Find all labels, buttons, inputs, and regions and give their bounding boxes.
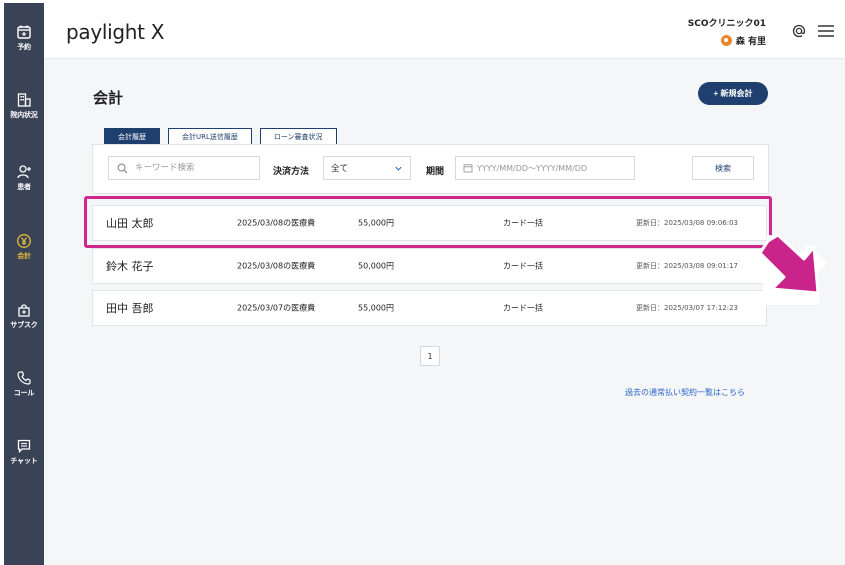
app-logo: paylight X	[66, 20, 165, 44]
sidebar-item-label: コール	[13, 389, 35, 397]
billing-date: 2025/03/07の医療費	[237, 303, 316, 313]
page-title: 会計	[93, 89, 124, 107]
pointing-arrow-icon	[758, 233, 826, 305]
phone-icon	[17, 371, 31, 385]
search-icon	[117, 163, 128, 173]
billing-date: 2025/03/08の医療費	[237, 218, 316, 228]
patient-name: 鈴木 花子	[106, 260, 154, 273]
chat-icon	[17, 439, 31, 454]
at-icon[interactable]	[791, 23, 807, 39]
sidebar-item-label: 会計	[17, 252, 31, 260]
subscription-icon	[18, 304, 30, 317]
sidebar-item-billing[interactable]: 会計	[4, 233, 44, 261]
payment-method-select[interactable]: 全て	[323, 156, 411, 180]
sidebar: 予約 院内状況 患者 会計 サブスク コール チャット	[4, 3, 44, 565]
sidebar-item-patients[interactable]: 患者	[4, 164, 44, 192]
period-label: 期間	[426, 167, 445, 177]
updated-at: 更新日：2025/03/07 17:12:23	[636, 304, 739, 312]
pagination-page-1[interactable]: 1	[420, 346, 440, 366]
new-billing-button[interactable]: + 新規会計	[698, 82, 768, 105]
table-row[interactable]: 鈴木 花子 2025/03/08の医療費 50,000円 カード一括 更新日：2…	[92, 248, 767, 284]
past-contracts-link[interactable]: 過去の通常払い契約一覧はこちら	[625, 387, 745, 398]
sidebar-item-label: 患者	[17, 183, 31, 191]
avatar	[720, 35, 732, 46]
clinic-name: SCOクリニック01	[687, 19, 766, 29]
sidebar-item-label: 院内状況	[10, 111, 38, 119]
billing-date: 2025/03/08の医療費	[237, 261, 316, 271]
menu-icon[interactable]	[817, 23, 835, 39]
search-button[interactable]: 検索	[692, 156, 754, 180]
sidebar-item-subscription[interactable]: サブスク	[4, 302, 44, 330]
sidebar-item-label: サブスク	[10, 321, 38, 329]
top-header: paylight X SCOクリニック01 森 有里	[44, 3, 845, 59]
patient-name: 田中 吾郎	[106, 302, 154, 315]
sidebar-item-reservation[interactable]: 予約	[4, 24, 44, 52]
billing-amount: 55,000円	[358, 303, 394, 313]
hospital-icon	[17, 93, 31, 107]
calendar-icon	[463, 164, 473, 173]
updated-at: 更新日：2025/03/08 09:06:03	[636, 219, 739, 227]
payment-method: カード一括	[503, 261, 543, 271]
payment-method-value: 全て	[331, 164, 349, 174]
date-range-placeholder: YYYY/MM/DD〜YYYY/MM/DD	[477, 163, 588, 173]
sidebar-item-call[interactable]: コール	[4, 370, 44, 398]
date-range-field[interactable]: YYYY/MM/DD〜YYYY/MM/DD	[455, 156, 635, 180]
sidebar-item-label: チャット	[10, 457, 38, 465]
calendar-icon	[17, 25, 31, 39]
search-box[interactable]	[108, 156, 260, 180]
app-frame: 予約 院内状況 患者 会計 サブスク コール チャット paylight X S…	[4, 3, 845, 565]
patient-name: 山田 太郎	[106, 217, 154, 230]
billing-amount: 50,000円	[358, 261, 394, 271]
sidebar-item-label: 予約	[17, 43, 31, 51]
yen-icon	[17, 234, 31, 248]
billing-amount: 55,000円	[358, 218, 394, 228]
filter-panel: 決済方法 全て 期間 YYYY/MM/DD〜YYYY/MM/DD 検索	[92, 144, 769, 194]
search-input[interactable]	[133, 162, 257, 174]
updated-at: 更新日：2025/03/08 09:01:17	[636, 262, 739, 270]
table-row[interactable]: 田中 吾郎 2025/03/07の医療費 55,000円 カード一括 更新日：2…	[92, 290, 767, 326]
table-row[interactable]: 山田 太郎 2025/03/08の医療費 55,000円 カード一括 更新日：2…	[92, 205, 767, 241]
chevron-down-icon	[395, 166, 402, 171]
payment-method: カード一括	[503, 303, 543, 313]
patient-icon	[17, 165, 31, 179]
user-info[interactable]: 森 有里	[720, 34, 766, 47]
sidebar-item-chat[interactable]: チャット	[4, 438, 44, 466]
sidebar-item-hospital-status[interactable]: 院内状況	[4, 92, 44, 120]
payment-method-label: 決済方法	[273, 167, 310, 177]
user-name: 森 有里	[735, 37, 766, 47]
payment-method: カード一括	[503, 218, 543, 228]
